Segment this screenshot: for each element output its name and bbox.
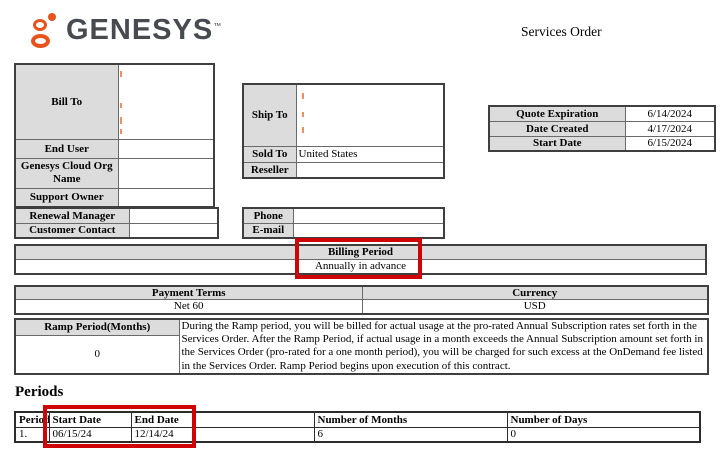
renewal-manager-label: Renewal Manager <box>15 208 129 223</box>
redaction-artifact <box>120 129 122 134</box>
email-value <box>293 223 444 238</box>
ship-to-table: Ship To Sold To United States Reseller <box>242 83 445 179</box>
page-title: Services Order <box>521 24 602 40</box>
payment-currency-table: Payment Terms Currency Net 60 USD <box>14 285 709 315</box>
ship-to-value <box>296 84 444 146</box>
phone-label: Phone <box>243 208 293 223</box>
email-label: E-mail <box>243 223 293 238</box>
ramp-period-label: Ramp Period(Months) <box>15 319 179 335</box>
logo-dot-shape <box>48 13 56 21</box>
trademark-symbol: ™ <box>213 21 221 30</box>
redaction-artifact <box>302 112 304 117</box>
quote-dates-table: Quote Expiration 6/14/2024 Date Created … <box>488 105 716 152</box>
bill-to-label: Bill To <box>15 64 118 139</box>
genesys-logo-icon <box>30 13 58 51</box>
reseller-label: Reseller <box>243 162 296 178</box>
sold-to-label: Sold To <box>243 146 296 162</box>
redaction-artifact <box>120 103 122 108</box>
redaction-artifact <box>302 127 304 133</box>
phone-value <box>293 208 444 223</box>
reseller-value <box>296 162 444 178</box>
currency-value: USD <box>362 300 708 314</box>
redaction-artifact <box>120 117 122 124</box>
date-created-label: Date Created <box>489 121 625 136</box>
end-user-label: End User <box>15 139 118 158</box>
support-owner-label: Support Owner <box>15 188 118 207</box>
genesys-cloud-org-name-value <box>118 158 214 188</box>
services-order-document: GENESYS™ Services Order Bill To End User… <box>0 0 721 451</box>
period-days-cell: 0 <box>507 427 700 442</box>
number-of-days-col-header: Number of Days <box>507 412 700 427</box>
phone-email-table: Phone E-mail <box>242 207 445 239</box>
billing-period-highlight-box <box>295 238 422 279</box>
bill-to-value <box>118 64 214 139</box>
periods-heading: Periods <box>15 384 63 401</box>
redaction-artifact <box>302 93 304 99</box>
ramp-period-table: Ramp Period(Months) During the Ramp peri… <box>14 318 709 375</box>
ramp-period-value: 0 <box>15 335 179 374</box>
start-date-value: 6/15/2024 <box>625 136 715 151</box>
logo-ring-top-shape <box>33 19 47 31</box>
ship-to-label: Ship To <box>243 84 296 146</box>
customer-contact-value <box>129 223 218 238</box>
customer-contact-label: Customer Contact <box>15 223 129 238</box>
payment-terms-value: Net 60 <box>15 300 362 314</box>
logo-brand-text: GENESYS <box>66 14 213 46</box>
period-months-cell: 6 <box>314 427 507 442</box>
period-dates-highlight-box <box>43 405 196 448</box>
genesys-cloud-org-name-label: Genesys Cloud Org Name <box>15 158 118 188</box>
sold-to-value: United States <box>296 146 444 162</box>
ramp-period-description: During the Ramp period, you will be bill… <box>179 319 708 374</box>
renewal-manager-value <box>129 208 218 223</box>
date-created-value: 4/17/2024 <box>625 121 715 136</box>
contacts-table: Renewal Manager Customer Contact <box>14 207 219 239</box>
quote-expiration-value: 6/14/2024 <box>625 106 715 121</box>
logo-ring-bottom-shape <box>31 34 50 48</box>
bill-to-table: Bill To End User Genesys Cloud Org Name … <box>14 63 215 208</box>
support-owner-value <box>118 188 214 207</box>
redaction-artifact <box>120 71 122 77</box>
payment-terms-header: Payment Terms <box>15 286 362 300</box>
currency-header: Currency <box>362 286 708 300</box>
genesys-logo: GENESYS™ <box>30 11 260 53</box>
end-user-value <box>118 139 214 158</box>
number-of-months-col-header: Number of Months <box>314 412 507 427</box>
start-date-label: Start Date <box>489 136 625 151</box>
logo-wordmark: GENESYS™ <box>66 16 221 45</box>
quote-expiration-label: Quote Expiration <box>489 106 625 121</box>
